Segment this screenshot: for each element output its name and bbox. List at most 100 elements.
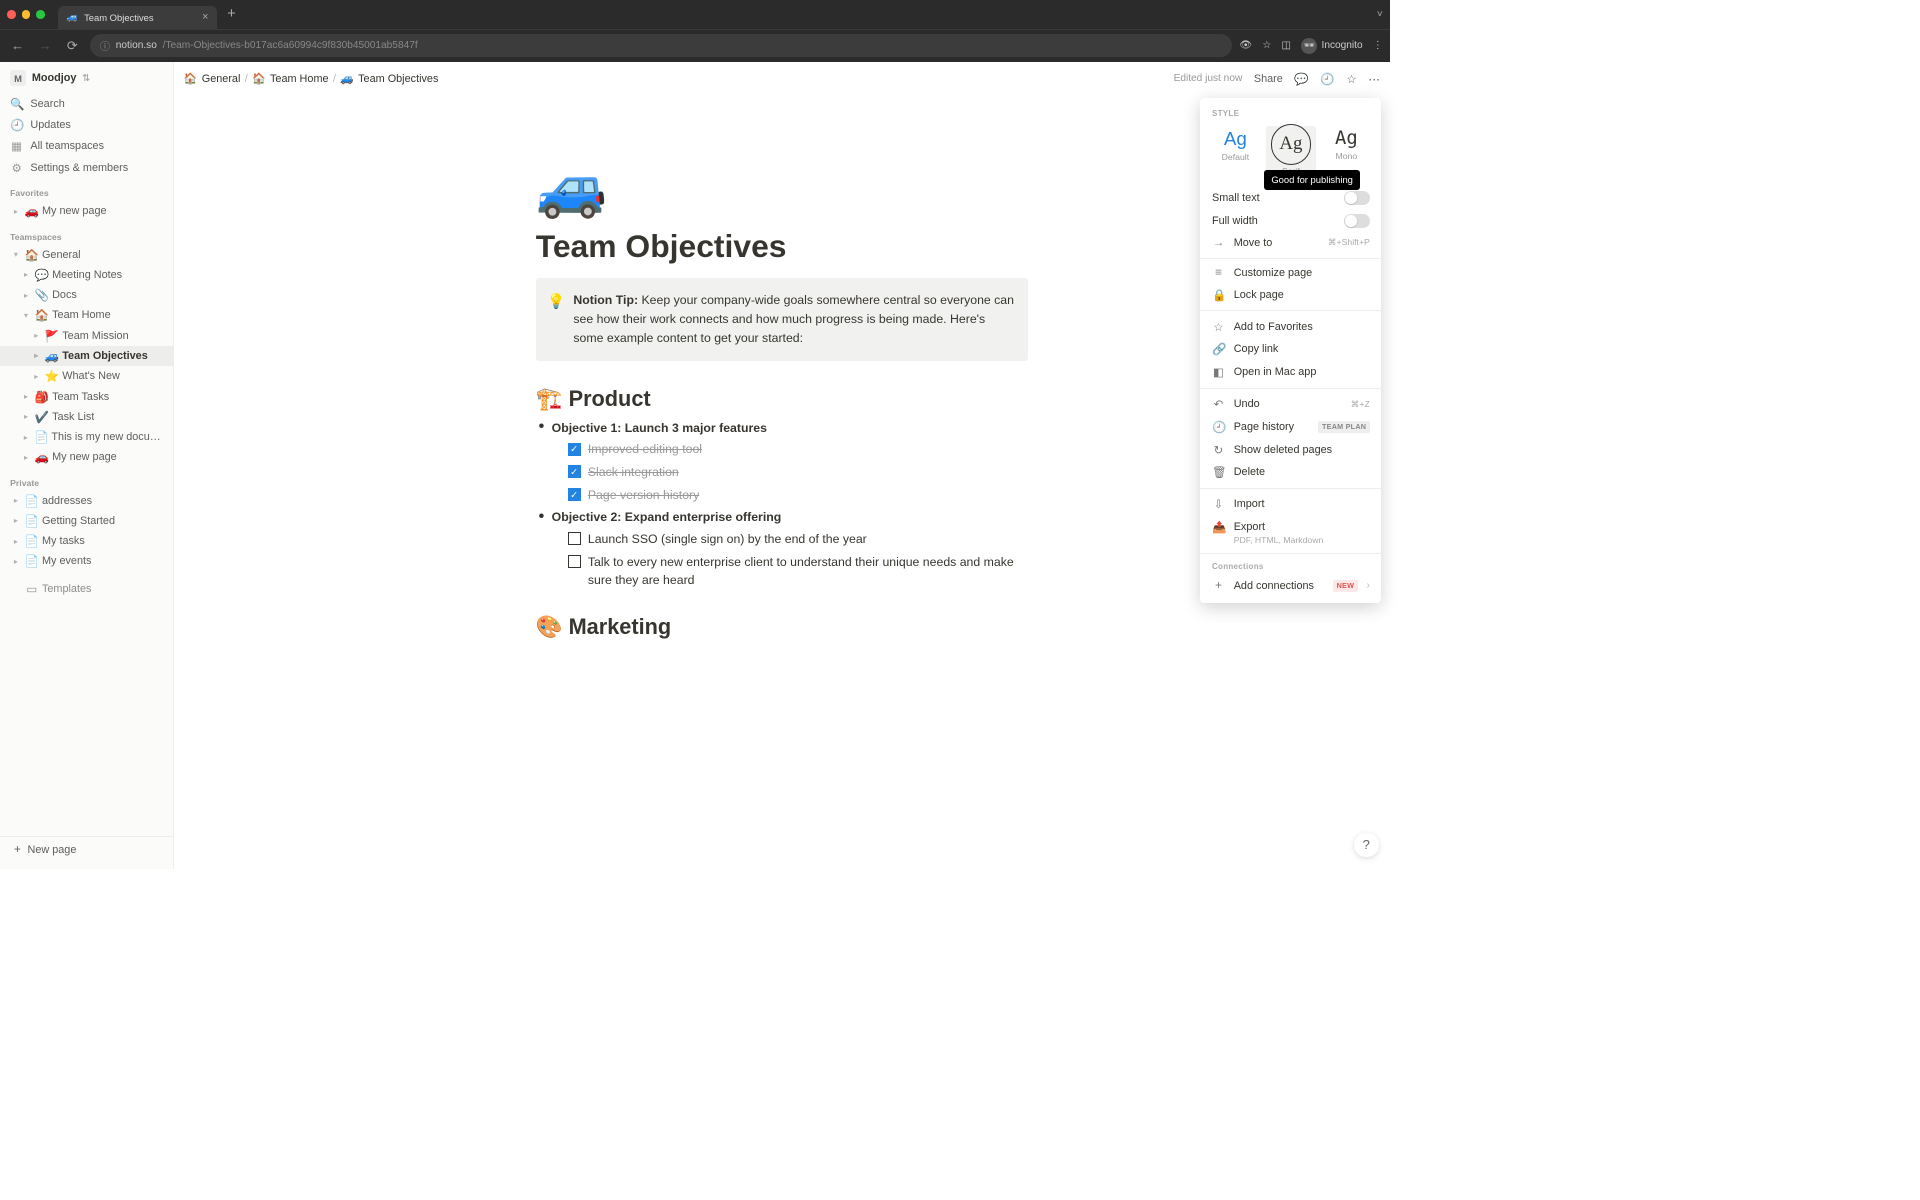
checkbox[interactable]: [568, 532, 581, 545]
tree-toggle-icon[interactable]: ▸: [20, 392, 32, 401]
tree-toggle-icon[interactable]: ▸: [30, 351, 42, 360]
sidebar-page-item[interactable]: ▸📎Docs: [0, 285, 173, 305]
tab-list-dropdown[interactable]: ˅: [1377, 9, 1383, 20]
comments-icon[interactable]: 💬: [1294, 72, 1308, 86]
share-button[interactable]: Share: [1254, 73, 1283, 85]
menu-item[interactable]: ⇩Import: [1200, 493, 1381, 516]
templates-link[interactable]: ▭ Templates: [0, 579, 173, 599]
small-text-switch[interactable]: [1344, 191, 1370, 205]
tree-toggle-icon[interactable]: ▾: [20, 311, 32, 320]
checkbox[interactable]: ✓: [568, 443, 581, 456]
tree-toggle-icon[interactable]: ▸: [20, 412, 32, 421]
eye-off-icon[interactable]: 👁: [1239, 40, 1252, 51]
favorite-page[interactable]: ▸ 🚗 My new page: [0, 201, 173, 221]
tree-toggle-icon[interactable]: ▸: [30, 331, 42, 340]
font-tooltip: Good for publishing: [1264, 170, 1360, 190]
checkbox[interactable]: ✓: [568, 488, 581, 501]
sidebar-page-item[interactable]: ▸📄My tasks: [0, 531, 173, 551]
tree-toggle-icon[interactable]: ▸: [10, 537, 22, 546]
breadcrumb-item[interactable]: 🏠General: [184, 72, 241, 85]
tree-toggle-icon[interactable]: ▸: [20, 453, 32, 462]
sidebar-page-item[interactable]: ▸💬Meeting Notes: [0, 265, 173, 285]
chrome-menu-button[interactable]: ⋮: [1373, 40, 1383, 51]
incognito-indicator[interactable]: 🕶 Incognito: [1301, 38, 1362, 54]
more-menu-button[interactable]: ⋯: [1368, 72, 1380, 86]
address-bar[interactable]: ⓘ notion.so/Team-Objectives-b017ac6a6099…: [90, 34, 1232, 57]
tree-toggle-icon[interactable]: ▸: [10, 496, 22, 505]
font-option-default[interactable]: Ag Default: [1210, 126, 1261, 179]
menu-item[interactable]: →Move to⌘+Shift+P: [1200, 232, 1381, 253]
menu-item[interactable]: ☆Add to Favorites: [1200, 315, 1381, 338]
menu-item-subtext: PDF, HTML, Markdown: [1200, 535, 1381, 548]
checkbox[interactable]: [568, 555, 581, 568]
sidebar-page-item[interactable]: ▸📄Getting Started: [0, 511, 173, 531]
menu-item[interactable]: 🔗Copy link: [1200, 338, 1381, 361]
new-page-button[interactable]: + New page: [0, 837, 173, 863]
tab-close-button[interactable]: ×: [202, 11, 208, 23]
checkbox[interactable]: ✓: [568, 465, 581, 478]
section-heading[interactable]: 🎨Marketing: [536, 614, 1028, 640]
callout-block[interactable]: 💡 Notion Tip: Keep your company-wide goa…: [536, 278, 1028, 361]
tree-toggle-icon[interactable]: ▸: [10, 207, 22, 216]
sidebar-page-item[interactable]: ▸🚙Team Objectives: [0, 346, 173, 366]
menu-item[interactable]: ↶Undo⌘+Z: [1200, 393, 1381, 416]
sidebar-settings[interactable]: ⚙ Settings & members: [0, 157, 173, 178]
objective-title[interactable]: Objective 2: Expand enterprise offering: [552, 510, 1028, 524]
menu-item[interactable]: +Add connectionsNEW›: [1200, 575, 1381, 596]
favorite-icon[interactable]: ☆: [1346, 72, 1356, 86]
browser-tab[interactable]: 🚙 Team Objectives ×: [58, 6, 217, 29]
section-heading[interactable]: 🏗️Product: [536, 386, 1028, 412]
sidebar-page-item[interactable]: ▸📄My events: [0, 551, 173, 571]
full-width-switch[interactable]: [1344, 214, 1370, 228]
tree-toggle-icon[interactable]: ▸: [10, 516, 22, 525]
menu-item[interactable]: ◧Open in Mac app: [1200, 361, 1381, 384]
forward-button[interactable]: →: [35, 38, 55, 53]
tree-toggle-icon[interactable]: ▸: [20, 433, 31, 442]
updates-icon[interactable]: 🕘: [1320, 72, 1334, 86]
tree-toggle-icon[interactable]: ▸: [10, 557, 22, 566]
sidebar-page-item[interactable]: ▸📄This is my new document: [0, 427, 173, 447]
page-icon[interactable]: 🚙: [536, 154, 1028, 222]
tree-toggle-icon[interactable]: ▸: [20, 291, 32, 300]
sidebar-page-item[interactable]: ▾🏠Team Home: [0, 305, 173, 325]
sidebar-page-item[interactable]: ▸📄addresses: [0, 490, 173, 510]
breadcrumb-item[interactable]: 🚙Team Objectives: [340, 72, 438, 85]
close-window-button[interactable]: [7, 10, 16, 19]
tree-toggle-icon[interactable]: ▾: [10, 250, 22, 259]
menu-item[interactable]: 🕘Page historyTEAM PLAN: [1200, 416, 1381, 439]
todo-item[interactable]: ✓Slack integration: [568, 463, 1028, 481]
reload-button[interactable]: ⟳: [62, 38, 82, 54]
workspace-switcher[interactable]: M Moodjoy ⇅: [0, 67, 173, 93]
page-title[interactable]: Team Objectives: [536, 228, 1028, 265]
bookmark-star-icon[interactable]: ☆: [1262, 40, 1271, 51]
menu-item[interactable]: 🗑Delete: [1200, 461, 1381, 484]
sidebar-page-item[interactable]: ▸🚗My new page: [0, 447, 173, 467]
todo-item[interactable]: Launch SSO (single sign on) by the end o…: [568, 530, 1028, 548]
objective-title[interactable]: Objective 1: Launch 3 major features: [552, 421, 1028, 435]
sidebar-page-item[interactable]: ▾🏠General: [0, 245, 173, 265]
sidebar-page-item[interactable]: ▸🚩Team Mission: [0, 326, 173, 346]
sidebar-search[interactable]: 🔍 Search: [0, 93, 173, 114]
new-tab-button[interactable]: +: [227, 6, 235, 22]
todo-item[interactable]: ✓Page version history: [568, 486, 1028, 504]
help-button[interactable]: ?: [1354, 833, 1379, 858]
site-info-icon[interactable]: ⓘ: [100, 38, 110, 53]
breadcrumb-item[interactable]: 🏠Team Home: [252, 72, 328, 85]
sidebar-page-item[interactable]: ▸🎒Team Tasks: [0, 386, 173, 406]
sidebar-page-item[interactable]: ▸✔️Task List: [0, 407, 173, 427]
menu-item[interactable]: ↻Show deleted pages: [1200, 438, 1381, 461]
sidebar-page-item[interactable]: ▸⭐What's New: [0, 366, 173, 386]
sidebar-all-teamspaces[interactable]: ▦ All teamspaces: [0, 136, 173, 157]
menu-item[interactable]: 🔒Lock page: [1200, 283, 1381, 306]
todo-item[interactable]: Talk to every new enterprise client to u…: [568, 553, 1028, 590]
back-button[interactable]: ←: [7, 38, 27, 53]
minimize-window-button[interactable]: [22, 10, 31, 19]
sidebar-updates[interactable]: 🕘 Updates: [0, 115, 173, 136]
maximize-window-button[interactable]: [36, 10, 45, 19]
sidepanel-icon[interactable]: ◫: [1282, 40, 1292, 51]
tree-toggle-icon[interactable]: ▸: [20, 270, 32, 279]
todo-item[interactable]: ✓Improved editing tool: [568, 440, 1028, 458]
menu-item[interactable]: ≡Customize page: [1200, 263, 1381, 284]
tree-toggle-icon[interactable]: ▸: [30, 372, 42, 381]
workspace-name: Moodjoy: [32, 72, 77, 84]
